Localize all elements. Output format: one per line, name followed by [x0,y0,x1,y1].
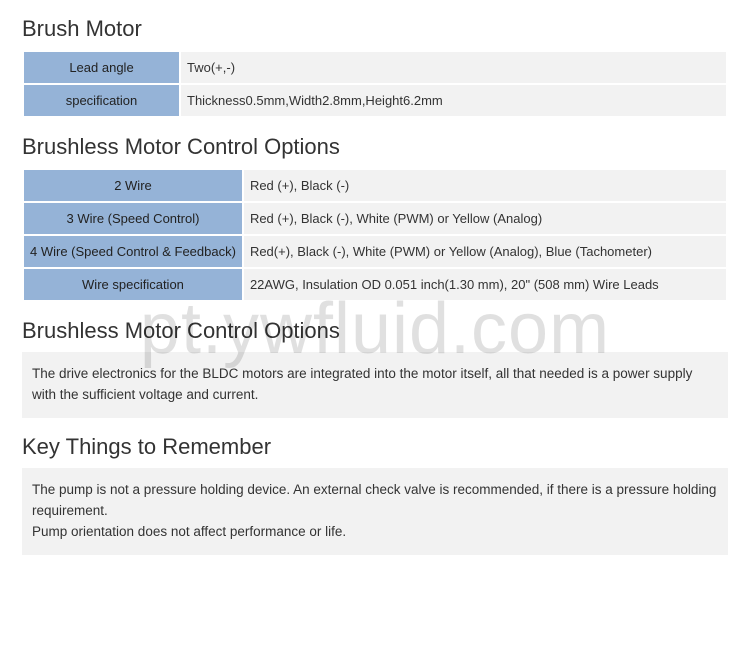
row-label: 4 Wire (Speed Control & Feedback) [24,236,242,267]
row-value: 22AWG, Insulation OD 0.051 inch(1.30 mm)… [244,269,726,300]
brush-motor-table: Lead angle Two(+,-) specification Thickn… [22,50,728,118]
table-row: 2 Wire Red (+), Black (-) [24,170,726,201]
row-value: Red (+), Black (-), White (PWM) or Yello… [244,203,726,234]
table-row: 4 Wire (Speed Control & Feedback) Red(+)… [24,236,726,267]
table-row: Lead angle Two(+,-) [24,52,726,83]
row-label: specification [24,85,179,116]
section-title-brushless-note: Brushless Motor Control Options [22,318,728,344]
section-title-brush-motor: Brush Motor [22,16,728,42]
note-line: Pump orientation does not affect perform… [32,524,346,539]
row-label: 2 Wire [24,170,242,201]
row-value: Red(+), Black (-), White (PWM) or Yellow… [244,236,726,267]
row-label: Wire specification [24,269,242,300]
table-row: specification Thickness0.5mm,Width2.8mm,… [24,85,726,116]
brushless-note: The drive electronics for the BLDC motor… [22,352,728,418]
key-things-note: The pump is not a pressure holding devic… [22,468,728,555]
table-row: 3 Wire (Speed Control) Red (+), Black (-… [24,203,726,234]
row-value: Red (+), Black (-) [244,170,726,201]
row-value: Two(+,-) [181,52,726,83]
table-row: Wire specification 22AWG, Insulation OD … [24,269,726,300]
section-title-key-things: Key Things to Remember [22,434,728,460]
brushless-options-table: 2 Wire Red (+), Black (-) 3 Wire (Speed … [22,168,728,302]
row-label: Lead angle [24,52,179,83]
note-line: The pump is not a pressure holding devic… [32,482,716,518]
row-value: Thickness0.5mm,Width2.8mm,Height6.2mm [181,85,726,116]
section-title-brushless-options: Brushless Motor Control Options [22,134,728,160]
row-label: 3 Wire (Speed Control) [24,203,242,234]
